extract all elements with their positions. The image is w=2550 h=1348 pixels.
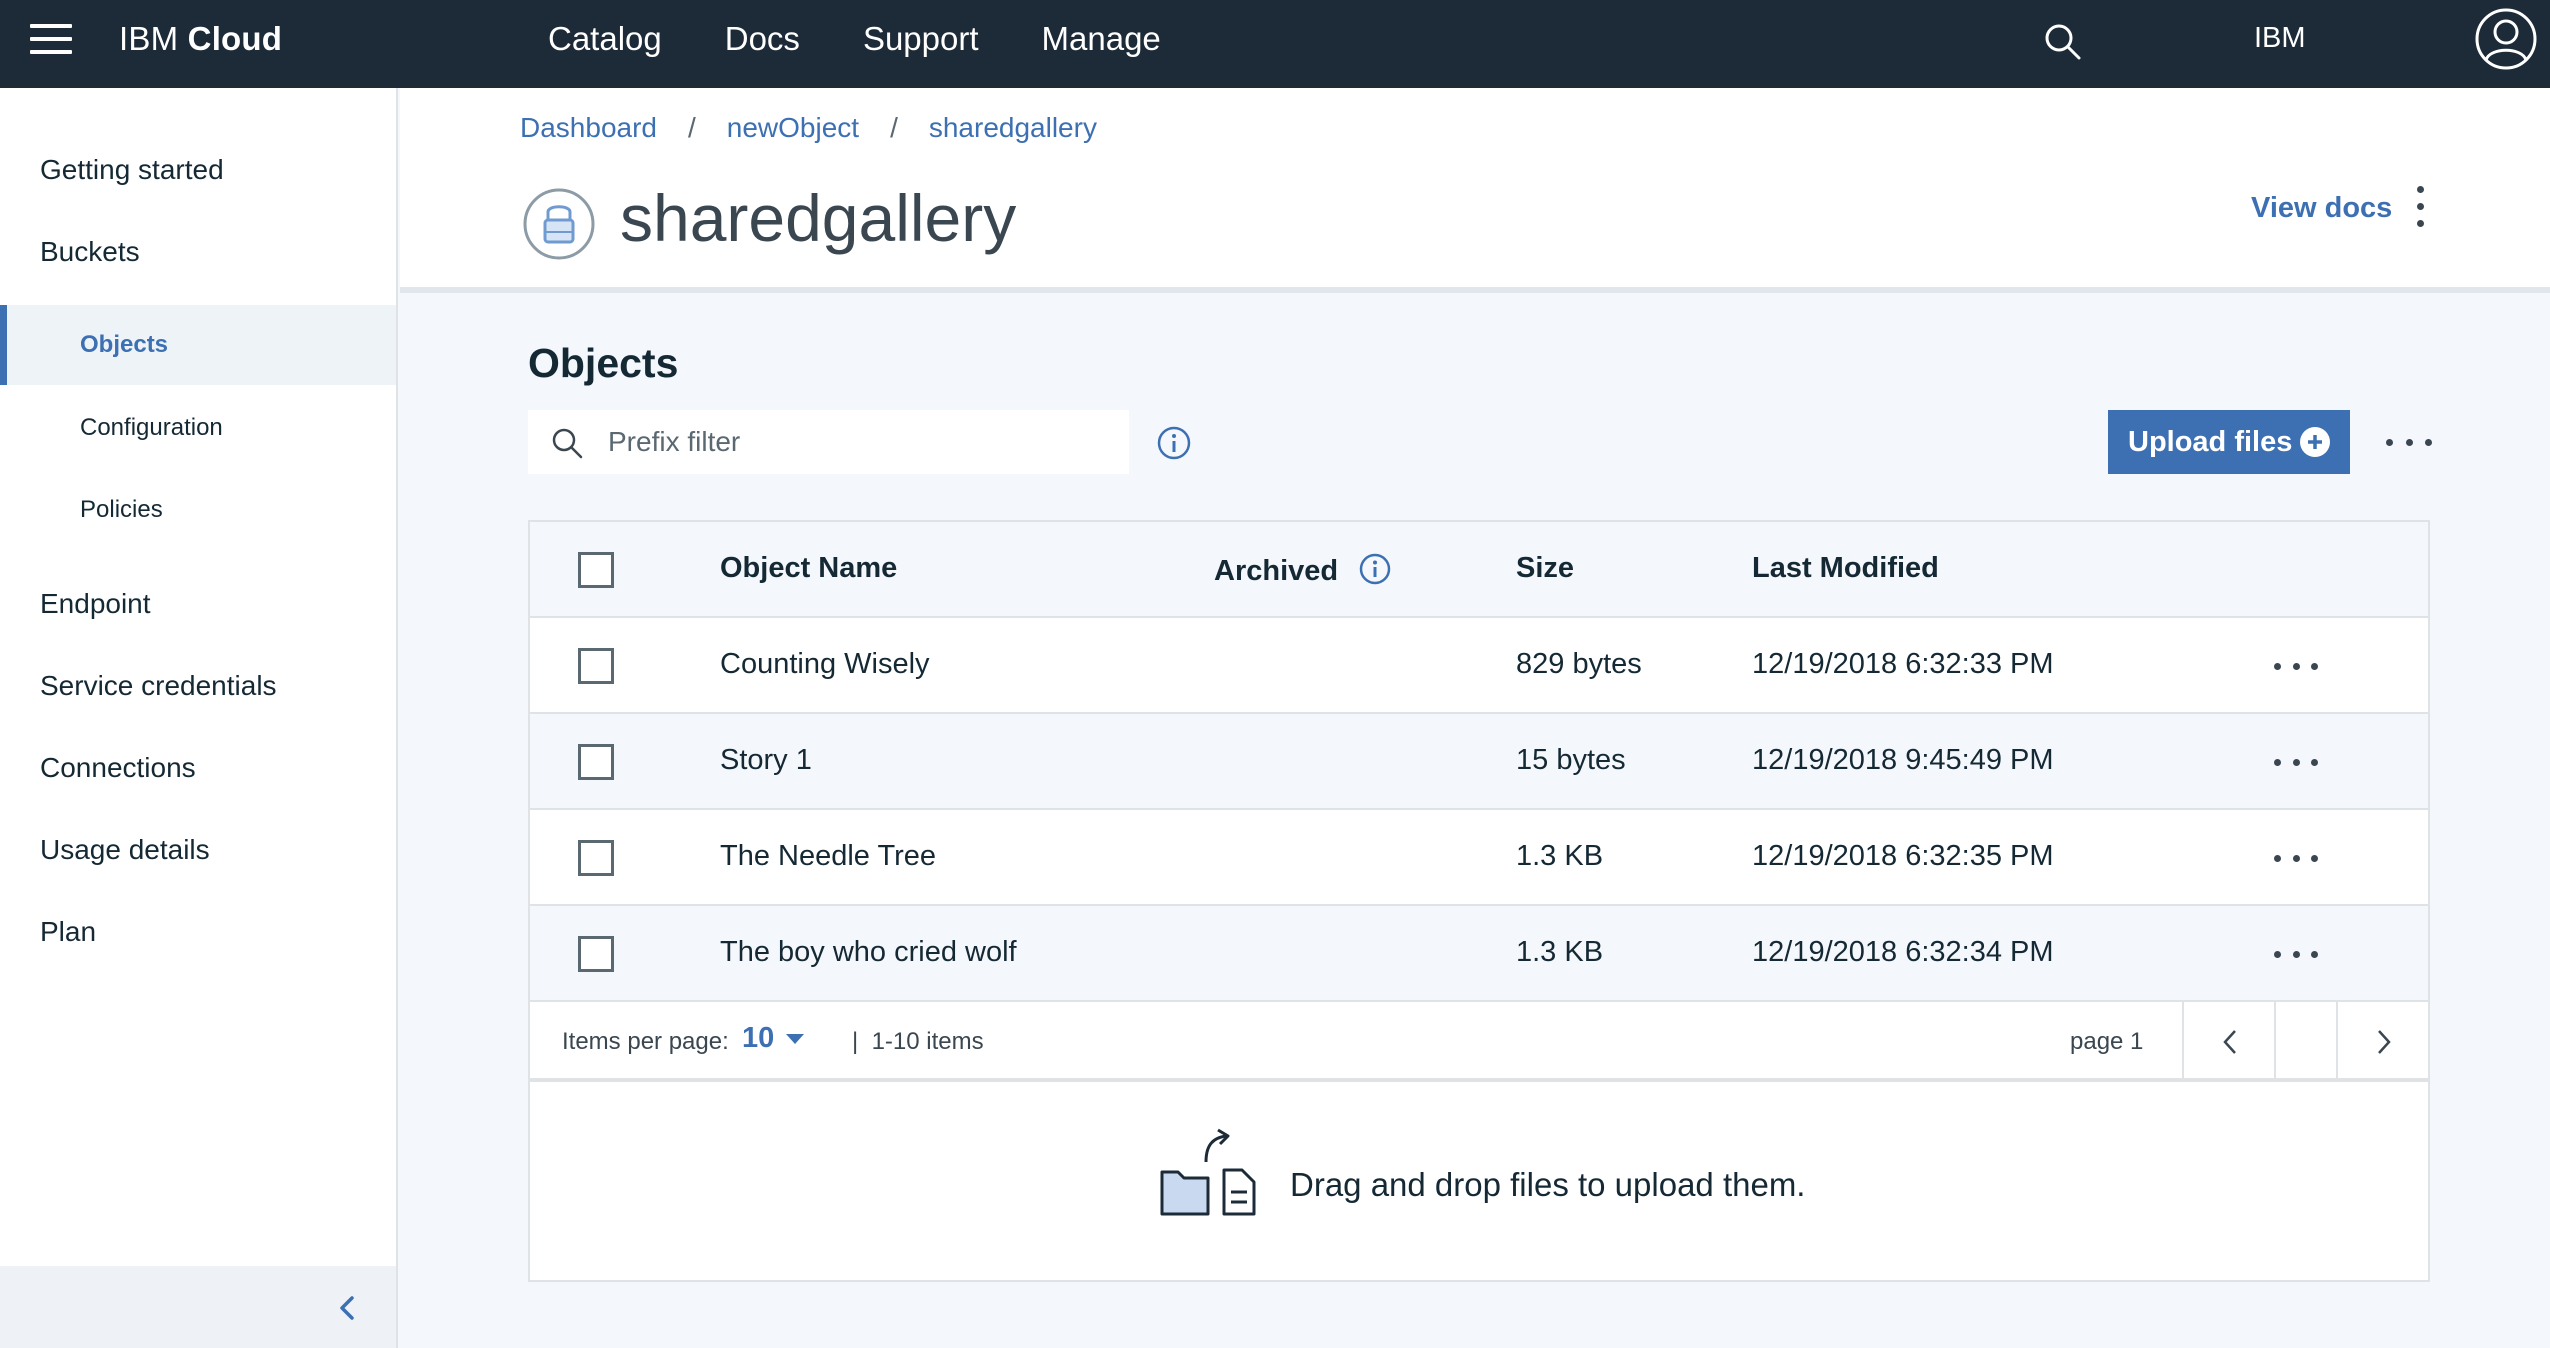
section-title: Objects [528, 340, 679, 386]
add-circle-icon [2300, 427, 2330, 457]
account-switcher[interactable]: IBM [2254, 22, 2306, 55]
items-per-page-label: Items per page: [562, 1028, 729, 1055]
sidebar-item-plan[interactable]: Plan [40, 916, 96, 948]
select-all-checkbox[interactable] [578, 552, 614, 588]
brand-suffix: Cloud [187, 20, 283, 57]
column-header-last-modified[interactable]: Last Modified [1752, 552, 1939, 585]
objects-table: Object Name Archived Size Last Modified … [528, 520, 2430, 1282]
object-last-modified: 12/19/2018 6:32:34 PM [1752, 936, 2054, 968]
info-icon[interactable] [1358, 552, 1392, 586]
table-row[interactable]: Counting Wisely 829 bytes 12/19/2018 6:3… [530, 618, 2428, 714]
objects-overflow-menu-icon[interactable] [2386, 430, 2432, 454]
column-header-archived[interactable]: Archived [1214, 552, 1392, 588]
upload-files-button[interactable]: Upload files [2108, 410, 2350, 474]
top-nav: Catalog Docs Support Manage [548, 20, 1224, 58]
row-overflow-menu-icon[interactable] [2274, 848, 2318, 868]
next-page-button[interactable] [2336, 1002, 2428, 1080]
row-overflow-menu-icon[interactable] [2274, 656, 2318, 676]
chevron-right-icon [2378, 1030, 2391, 1054]
breadcrumb-dashboard[interactable]: Dashboard [520, 112, 657, 144]
breadcrumb-separator: / [890, 112, 898, 143]
object-last-modified: 12/19/2018 9:45:49 PM [1752, 744, 2054, 776]
nav-docs[interactable]: Docs [725, 20, 800, 58]
sidebar-item-service-credentials[interactable]: Service credentials [40, 670, 277, 702]
table-header: Object Name Archived Size Last Modified [530, 522, 2428, 618]
sidebar-item-objects[interactable]: Objects [0, 305, 396, 385]
page-header: Dashboard / newObject / sharedgallery sh… [400, 88, 2550, 293]
sidebar-item-getting-started[interactable]: Getting started [40, 154, 224, 186]
dropzone-text: Drag and drop files to upload them. [1290, 1166, 1806, 1203]
object-name[interactable]: Story 1 [720, 744, 812, 777]
sidebar: Getting started Buckets Objects Configur… [0, 88, 398, 1348]
sidebar-item-connections[interactable]: Connections [40, 752, 196, 784]
search-icon [552, 428, 583, 459]
object-last-modified: 12/19/2018 6:32:33 PM [1752, 648, 2054, 680]
breadcrumb-newobject[interactable]: newObject [727, 112, 859, 144]
object-name[interactable]: The Needle Tree [720, 840, 936, 873]
pagination: Items per page: 10 | 1-10 items page 1 [530, 1002, 2428, 1082]
table-row[interactable]: Story 1 15 bytes 12/19/2018 9:45:49 PM [530, 714, 2428, 810]
column-header-archived-label: Archived [1214, 555, 1339, 587]
object-name[interactable]: The boy who cried wolf [720, 936, 1017, 969]
brand-logo[interactable]: IBM Cloud [119, 20, 282, 58]
header-overflow-menu-icon[interactable] [2410, 186, 2430, 236]
object-size: 829 bytes [1516, 648, 1642, 680]
previous-page-button[interactable] [2182, 1002, 2274, 1080]
table-row[interactable]: The boy who cried wolf 1.3 KB 12/19/2018… [530, 906, 2428, 1002]
nav-support[interactable]: Support [863, 20, 979, 58]
row-checkbox[interactable] [578, 840, 614, 876]
page-indicator: page 1 [2070, 1028, 2144, 1055]
items-per-page-value: 10 [742, 1022, 775, 1054]
sidebar-item-objects-label: Objects [80, 331, 169, 358]
search-icon[interactable] [2043, 22, 2083, 62]
sidebar-item-buckets[interactable]: Buckets [40, 236, 140, 268]
object-last-modified: 12/19/2018 6:32:35 PM [1752, 840, 2054, 872]
items-per-page-select[interactable]: 10 [742, 1022, 805, 1055]
nav-catalog[interactable]: Catalog [548, 20, 662, 58]
breadcrumb-sharedgallery[interactable]: sharedgallery [929, 112, 1097, 144]
items-range: | 1-10 items [852, 1028, 984, 1055]
user-avatar-icon[interactable] [2474, 7, 2538, 71]
upload-dropzone[interactable]: Drag and drop files to upload them. [530, 1086, 2428, 1280]
sidebar-item-endpoint[interactable]: Endpoint [40, 588, 151, 620]
object-size: 1.3 KB [1516, 840, 1604, 872]
brand-prefix: IBM [119, 20, 179, 57]
breadcrumb: Dashboard / newObject / sharedgallery [520, 112, 1097, 144]
info-icon[interactable] [1156, 425, 1192, 461]
caret-down-icon [786, 1033, 805, 1044]
drag-drop-upload-icon [1160, 1128, 1256, 1216]
top-bar: IBM Cloud Catalog Docs Support Manage IB… [0, 0, 2550, 88]
row-overflow-menu-icon[interactable] [2274, 944, 2318, 964]
nav-manage[interactable]: Manage [1042, 20, 1161, 58]
view-docs-link[interactable]: View docs [2251, 192, 2392, 225]
row-overflow-menu-icon[interactable] [2274, 752, 2318, 772]
sidebar-collapse-bar [0, 1266, 396, 1348]
prefix-filter [528, 410, 1129, 474]
object-name[interactable]: Counting Wisely [720, 648, 930, 681]
row-checkbox[interactable] [578, 744, 614, 780]
prefix-filter-input[interactable] [608, 418, 1108, 466]
table-row[interactable]: The Needle Tree 1.3 KB 12/19/2018 6:32:3… [530, 810, 2428, 906]
chevron-left-icon[interactable] [333, 1293, 363, 1323]
breadcrumb-separator: / [687, 112, 696, 143]
column-header-name[interactable]: Object Name [720, 552, 897, 585]
row-checkbox[interactable] [578, 936, 614, 972]
sidebar-item-policies[interactable]: Policies [80, 496, 163, 524]
bucket-icon [523, 188, 595, 260]
sidebar-item-configuration[interactable]: Configuration [80, 414, 223, 442]
object-size: 1.3 KB [1516, 936, 1604, 968]
hamburger-icon[interactable] [30, 24, 72, 64]
column-header-size[interactable]: Size [1516, 552, 1574, 585]
upload-files-label: Upload files [2128, 425, 2293, 458]
page-title: sharedgallery [620, 181, 1017, 255]
chevron-left-icon [2223, 1030, 2236, 1054]
sidebar-item-usage-details[interactable]: Usage details [40, 834, 210, 866]
object-size: 15 bytes [1516, 744, 1626, 776]
row-checkbox[interactable] [578, 648, 614, 684]
